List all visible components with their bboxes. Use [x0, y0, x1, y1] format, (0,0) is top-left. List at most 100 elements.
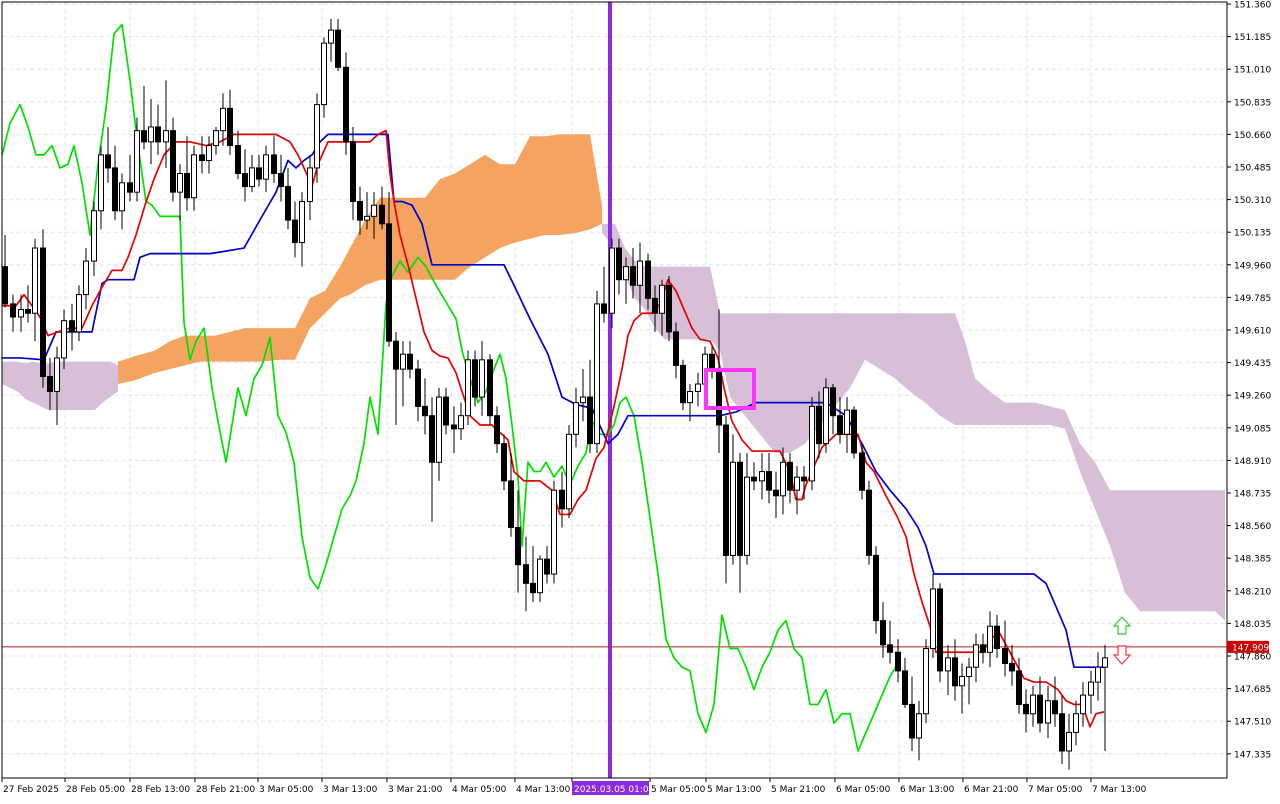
candle [537, 555, 543, 602]
candle-body-bear [887, 644, 893, 653]
candle-body-bull [580, 396, 586, 404]
candle [594, 290, 600, 453]
candle-body-bull [1080, 694, 1086, 715]
candle-body-bull [299, 200, 305, 243]
candle-body-bear [994, 625, 1000, 650]
candle-body-bear [630, 266, 636, 286]
candle [328, 18, 334, 62]
candle-body-bear [386, 223, 392, 342]
candle [994, 615, 1000, 658]
candle [292, 201, 298, 258]
candle [851, 406, 857, 459]
candle-body-bear [292, 219, 298, 243]
candle-body-bull [91, 210, 97, 262]
candle-body-bull [321, 42, 327, 106]
x-tick-label: 28 Feb 13:00 [131, 785, 190, 795]
candle [40, 229, 46, 388]
candle-body-bull [213, 130, 219, 147]
candle-body-bull [945, 657, 951, 672]
candle-body-bull [695, 383, 701, 392]
candle-body-bear [544, 558, 550, 575]
candle [737, 452, 743, 593]
candle-body-bear [235, 145, 241, 175]
candle [987, 611, 993, 668]
candle-body-bear [766, 471, 772, 491]
candle-body-bear [787, 461, 793, 491]
candle-body-bull [364, 215, 370, 221]
x-tick-label: 3 Mar 13:00 [323, 785, 378, 795]
candle [2, 234, 8, 308]
candle-body-bull [371, 204, 377, 217]
plot-frame [1, 1, 1228, 779]
axes: 151.360 151.185 151.010 150.835 150.660 150.4… [1, 1, 1271, 795]
candle-body-bear [278, 173, 284, 188]
candle-body-bear [937, 588, 943, 672]
candle [837, 397, 843, 444]
candle-body-bear [645, 260, 651, 299]
candle-body-bull [134, 130, 140, 193]
candle [937, 583, 943, 683]
candle [393, 331, 399, 426]
candle-body-bull [328, 29, 334, 44]
candle-body-bear [530, 582, 536, 594]
candle-body-bear [709, 353, 715, 370]
candle-body-bull [307, 167, 313, 202]
candle-body-bull [479, 359, 485, 398]
candle-body-bear [501, 443, 507, 482]
candle [227, 89, 233, 155]
candle-body-bull [637, 260, 643, 286]
candle-body-bear [723, 424, 729, 556]
candle-body-bull [730, 461, 736, 556]
candle-body-bear [105, 154, 111, 169]
candle-body-bull [844, 409, 850, 435]
candle [155, 104, 161, 155]
candle-body-bull [573, 402, 579, 435]
y-tick-label: 149.960 [1234, 261, 1271, 271]
x-tick-label: 7 Mar 05:00 [1028, 785, 1083, 795]
candle [830, 384, 836, 435]
candle [487, 354, 493, 426]
candle [32, 238, 38, 342]
candle-body-bull [959, 675, 965, 687]
candle-body-bear [112, 167, 118, 212]
candle [773, 471, 779, 519]
candle-body-bull [98, 154, 104, 212]
y-tick-label: 150.135 [1234, 229, 1271, 239]
candle-body-bear [1052, 700, 1058, 715]
candle-body-bear [256, 167, 262, 180]
candle-body-bull [744, 476, 750, 556]
y-tick-label: 151.360 [1234, 1, 1271, 11]
candle [170, 117, 176, 202]
candle-body-bear [69, 320, 75, 333]
candle-body-bear [422, 405, 428, 417]
candle-body-bull [566, 433, 572, 510]
candle [69, 303, 75, 351]
chart-canvas[interactable]: 151.360 151.185 151.010 150.835 150.660 150.4… [0, 0, 1280, 800]
candle [407, 341, 413, 379]
candle-body-bull [687, 390, 693, 404]
candle-body-bear [242, 173, 248, 188]
candle-body-bear [830, 387, 836, 417]
candle-body-bear [680, 364, 686, 404]
candle-body-bear [652, 297, 658, 314]
candle [422, 378, 428, 435]
candle [866, 480, 872, 565]
candle [479, 341, 485, 416]
candle-body-bear [980, 644, 986, 653]
kumo-bearish [602, 223, 1225, 621]
candle [544, 546, 550, 584]
candle-body-bull [76, 294, 82, 333]
candle [523, 536, 529, 612]
candle-body-bear [859, 452, 865, 491]
candle [191, 145, 197, 211]
candle-body-bull [314, 104, 320, 169]
candle-body-bear [227, 107, 233, 147]
candle-body-bull [987, 625, 993, 653]
y-tick-label: 147.510 [1234, 718, 1271, 728]
candle-body-bear [199, 154, 205, 161]
candle [451, 406, 457, 453]
candle [335, 18, 341, 72]
candle-body-bull [537, 558, 543, 594]
ichimoku-chart[interactable]: 151.360 151.185 151.010 150.835 150.660 150.4… [0, 0, 1280, 800]
candle [465, 350, 471, 426]
